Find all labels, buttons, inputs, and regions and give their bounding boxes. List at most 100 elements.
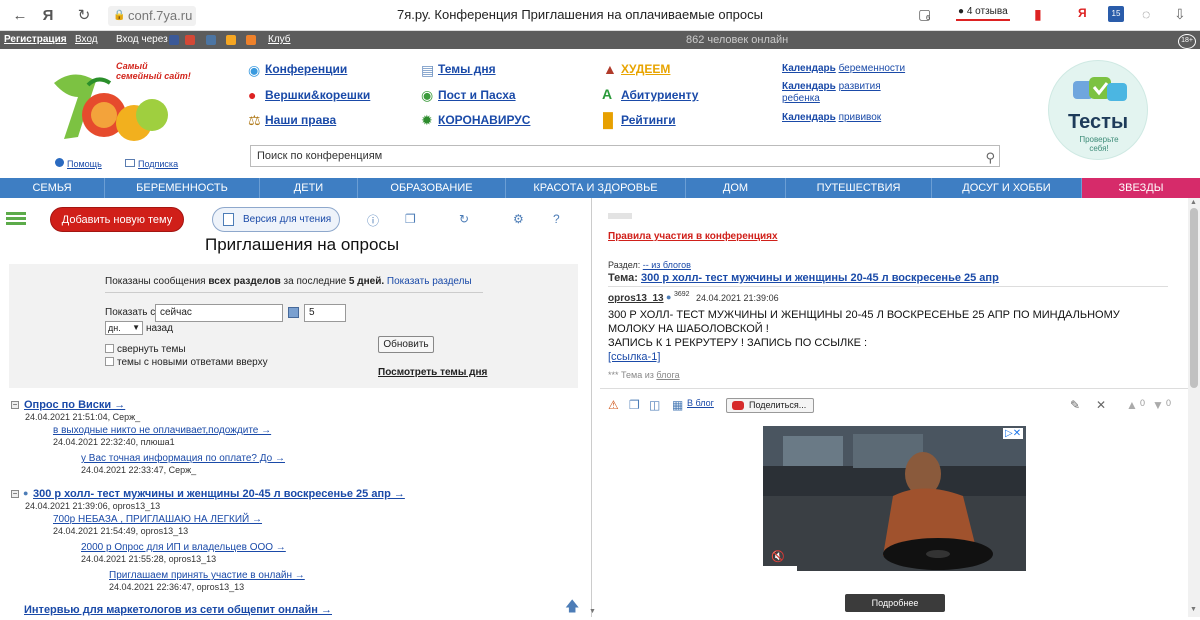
warning-icon[interactable]: ⚠ xyxy=(608,398,619,412)
nav-day-topics[interactable]: Темы дня xyxy=(438,62,496,76)
video-advertisement[interactable]: 🔇 ▷✕ Подробнее xyxy=(763,426,1026,617)
odnoklassniki-icon[interactable] xyxy=(246,35,256,45)
login-link[interactable]: Вход xyxy=(75,34,98,45)
post-link[interactable]: [ссылка-1] xyxy=(608,351,660,363)
bookmark-icon[interactable]: ▮ xyxy=(1034,6,1042,23)
day-topics-link[interactable]: Посмотреть темы дня xyxy=(378,367,487,378)
facebook-icon[interactable] xyxy=(169,35,179,45)
thread-title[interactable]: Интервью для маркетологов из сети общепи… xyxy=(24,604,332,616)
help-circle-icon[interactable]: ? xyxy=(553,212,560,226)
category-family[interactable]: СЕМЬЯ xyxy=(0,178,105,198)
thread-title[interactable]: 300 р холл- тест мужчины и женщины 20-45… xyxy=(33,488,405,500)
add-topic-button[interactable]: Добавить новую тему xyxy=(50,207,184,232)
calendar-picker-icon[interactable] xyxy=(288,307,299,318)
edit-icon[interactable]: ✎ xyxy=(1070,398,1080,412)
thread-title[interactable]: Опрос по Виски → xyxy=(24,399,125,411)
copy-icon[interactable]: ❐ xyxy=(629,398,640,412)
scroll-down-arrow-icon[interactable]: ▼ xyxy=(1190,606,1197,613)
menu-icon[interactable] xyxy=(6,212,26,226)
address-bar[interactable]: 🔒 conf.7ya.ru xyxy=(108,6,196,26)
conference-rules-link[interactable]: Правила участия в конференциях xyxy=(608,231,778,242)
scroll-up-arrow-icon[interactable]: ▲ xyxy=(1190,199,1197,206)
category-pregnancy[interactable]: БЕРЕМЕННОСТЬ xyxy=(105,178,260,198)
nav-ratings[interactable]: Рейтинги xyxy=(621,113,676,127)
category-beauty-health[interactable]: КРАСОТА И ЗДОРОВЬЕ xyxy=(506,178,686,198)
calendar-child-development-link[interactable]: Календарь развития ребенка xyxy=(782,81,902,105)
update-button[interactable]: Обновить xyxy=(378,336,434,353)
category-travel[interactable]: ПУТЕШЕСТВИЯ xyxy=(786,178,932,198)
delete-icon[interactable]: ✕ xyxy=(1096,398,1106,412)
mute-icon[interactable]: 🔇 xyxy=(771,550,785,563)
period-unit-select[interactable]: дн. ▼ xyxy=(105,321,143,335)
collapse-topics-checkbox[interactable] xyxy=(105,344,114,353)
club-link[interactable]: Клуб xyxy=(268,34,291,45)
nav-lose-weight[interactable]: ХУДЕЕМ xyxy=(621,62,670,76)
nav-our-rights[interactable]: Наши права xyxy=(265,113,336,127)
reviews-badge[interactable]: ● 4 отзыва xyxy=(956,4,1010,21)
refresh-icon[interactable]: ↻ xyxy=(459,212,469,226)
blog-origin-link[interactable]: блога xyxy=(656,370,679,380)
site-top-strip: Регистрация Вход Вход через Клуб 862 чел… xyxy=(0,31,1200,49)
to-blog-link[interactable]: В блог xyxy=(687,398,714,408)
vk-icon[interactable] xyxy=(206,35,216,45)
category-children[interactable]: ДЕТИ xyxy=(260,178,358,198)
scroll-up-icon[interactable]: 🡅 xyxy=(565,596,579,620)
tests-badge[interactable]: Тесты Проверьте себя! xyxy=(1048,60,1148,160)
show-sections-link[interactable]: Показать разделы xyxy=(387,276,472,287)
conference-search-input[interactable]: Поиск по конференциям ⚲ xyxy=(250,145,1000,167)
calendar-pregnancy-link[interactable]: Календарь беременности xyxy=(782,63,905,75)
register-link[interactable]: Регистрация xyxy=(4,34,67,45)
info-icon[interactable]: ⓘ xyxy=(367,212,379,229)
nav-coronavirus[interactable]: КОРОНАВИРУС xyxy=(438,113,530,127)
thumbs-up-icon[interactable]: ▲ xyxy=(1126,398,1138,412)
nav-applicants[interactable]: Абитуриенту xyxy=(621,88,698,102)
subscribe-link[interactable]: Подписка xyxy=(138,159,178,169)
yandex-ext-icon[interactable]: Я xyxy=(1078,6,1087,20)
diet-icon: ▲ xyxy=(603,61,617,77)
calendar-ext-icon[interactable]: 15 xyxy=(1108,6,1124,22)
new-first-checkbox[interactable] xyxy=(105,357,114,366)
reply-title[interactable]: у Вас точная информация по оплате? До → xyxy=(81,453,285,464)
back-icon[interactable]: ← xyxy=(10,6,30,26)
nav-lent-easter[interactable]: Пост и Пасха xyxy=(438,88,516,102)
collapse-thread-icon[interactable]: − xyxy=(11,490,19,498)
since-input[interactable]: сейчас xyxy=(155,304,283,322)
author-link[interactable]: opros13_13 xyxy=(608,293,664,304)
share-button[interactable]: Поделиться... xyxy=(726,398,814,413)
ad-more-button[interactable]: Подробнее xyxy=(845,594,945,612)
nav-tops-roots[interactable]: Вершки&корешки xyxy=(265,88,370,102)
vertical-scrollbar[interactable]: ▲ ▼ xyxy=(1188,198,1200,617)
reply-title[interactable]: 2000 р Опрос для ИП и владельцев ООО → xyxy=(81,542,286,553)
category-education[interactable]: ОБРАЗОВАНИЕ xyxy=(358,178,506,198)
post-date: 24.04.2021 21:39:06 xyxy=(696,293,779,303)
ad-close-icon[interactable]: ▷✕ xyxy=(1003,428,1024,439)
reload-icon[interactable]: ↻ xyxy=(74,6,94,26)
collapse-thread-icon[interactable]: − xyxy=(11,401,19,409)
reply-title[interactable]: 700р НЕБАЗА , ПРИГЛАШАЮ НА ЛЕГКИЙ → xyxy=(53,514,262,525)
category-leisure-hobby[interactable]: ДОСУГ И ХОББИ xyxy=(932,178,1082,198)
reply-title[interactable]: Приглашаем принять участие в онлайн → xyxy=(109,570,305,581)
calendar-vaccination-link[interactable]: Календарь прививок xyxy=(782,112,881,124)
section-link[interactable]: -- из блогов xyxy=(643,260,691,270)
settings-gear-icon[interactable]: ⚙ xyxy=(513,212,524,226)
category-home[interactable]: ДОМ xyxy=(686,178,786,198)
windows-icon[interactable]: ❐ xyxy=(405,212,416,226)
help-link[interactable]: Помощь xyxy=(67,159,102,169)
mailru-icon[interactable] xyxy=(226,35,236,45)
left-scroll-down-arrow-icon[interactable]: ▼ xyxy=(589,608,596,615)
topic-list-panel: Добавить новую тему Версия для чтения ⓘ … xyxy=(0,198,592,617)
thumbs-down-icon[interactable]: ▼ xyxy=(1152,398,1164,412)
google-icon[interactable] xyxy=(185,35,195,45)
nav-conferences[interactable]: Конференции xyxy=(265,62,347,76)
category-stars[interactable]: ЗВЕЗДЫ xyxy=(1082,178,1200,198)
window-icon[interactable]: ◫ xyxy=(649,398,660,412)
scrollbar-thumb[interactable] xyxy=(1190,208,1198,388)
days-input[interactable]: 5 xyxy=(304,304,346,322)
reading-version-button[interactable]: Версия для чтения xyxy=(212,207,340,232)
download-icon[interactable]: ⇩ xyxy=(1174,6,1186,23)
topic-link[interactable]: 300 р холл- тест мужчины и женщины 20-45… xyxy=(641,272,999,284)
reply-title[interactable]: в выходные никто не оплачивает,подождите… xyxy=(53,425,271,436)
yandex-icon[interactable]: Я xyxy=(38,6,58,26)
search-icon[interactable]: ⚲ xyxy=(985,148,995,168)
profile-icon[interactable]: ◌ xyxy=(1142,6,1150,22)
